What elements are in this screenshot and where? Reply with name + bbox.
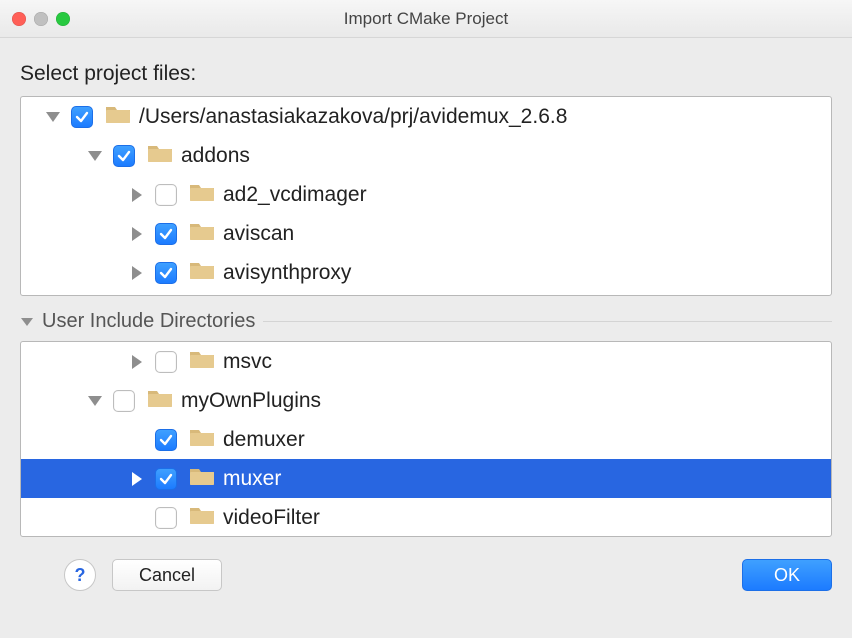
separator xyxy=(263,321,832,322)
tree-item-label: myOwnPlugins xyxy=(181,389,321,413)
tree-row[interactable]: aviscan xyxy=(21,214,831,253)
user-include-directories-label: User Include Directories xyxy=(42,310,255,333)
checkbox[interactable] xyxy=(71,106,93,128)
disclosure-down-icon[interactable] xyxy=(87,393,103,409)
tree-item-label: muxer xyxy=(223,467,281,491)
select-project-files-label: Select project files: xyxy=(20,62,832,86)
folder-icon xyxy=(189,182,223,208)
disclosure-down-icon[interactable] xyxy=(20,315,34,329)
checkbox[interactable] xyxy=(155,262,177,284)
folder-icon xyxy=(189,466,223,492)
checkbox[interactable] xyxy=(155,468,177,490)
folder-icon xyxy=(189,505,223,531)
disclosure-right-icon[interactable] xyxy=(129,187,145,203)
tree-item-label: addons xyxy=(181,144,250,168)
checkbox[interactable] xyxy=(155,429,177,451)
disclosure-right-icon[interactable] xyxy=(129,265,145,281)
tree-row[interactable]: addons xyxy=(21,136,831,175)
tree-row[interactable]: /Users/anastasiakazakova/prj/avidemux_2.… xyxy=(21,97,831,136)
cancel-button[interactable]: Cancel xyxy=(112,559,222,591)
folder-icon xyxy=(189,349,223,375)
ok-button[interactable]: OK xyxy=(742,559,832,591)
checkbox[interactable] xyxy=(155,223,177,245)
help-button[interactable]: ? xyxy=(64,559,96,591)
folder-icon xyxy=(189,221,223,247)
window-controls xyxy=(12,12,70,26)
tree-item-label: msvc xyxy=(223,350,272,374)
checkbox[interactable] xyxy=(113,390,135,412)
close-window-button[interactable] xyxy=(12,12,26,26)
tree-row[interactable]: ad2_vcdimager xyxy=(21,175,831,214)
folder-icon xyxy=(189,260,223,286)
checkbox[interactable] xyxy=(155,507,177,529)
zoom-window-button[interactable] xyxy=(56,12,70,26)
include-directories-tree[interactable]: msvc myOwnPlugins demuxer muxer videoFilter xyxy=(20,341,832,537)
folder-icon xyxy=(105,104,139,130)
tree-item-label: /Users/anastasiakazakova/prj/avidemux_2.… xyxy=(139,105,567,129)
checkbox[interactable] xyxy=(155,184,177,206)
tree-item-label: ad2_vcdimager xyxy=(223,183,367,207)
tree-item-label: videoFilter xyxy=(223,506,320,530)
folder-icon xyxy=(147,388,181,414)
tree-item-label: avisynthproxy xyxy=(223,261,351,285)
disclosure-right-icon[interactable] xyxy=(129,471,145,487)
project-files-tree[interactable]: /Users/anastasiakazakova/prj/avidemux_2.… xyxy=(20,96,832,296)
tree-row[interactable]: avisynthproxy xyxy=(21,253,831,292)
disclosure-right-icon[interactable] xyxy=(129,226,145,242)
user-include-directories-header[interactable]: User Include Directories xyxy=(20,310,832,333)
folder-icon xyxy=(189,427,223,453)
window-title: Import CMake Project xyxy=(0,9,852,29)
checkbox[interactable] xyxy=(155,351,177,373)
dialog-footer: ? Cancel OK xyxy=(0,551,852,605)
tree-row[interactable]: msvc xyxy=(21,342,831,381)
tree-row[interactable]: myOwnPlugins xyxy=(21,381,831,420)
tree-item-label: demuxer xyxy=(223,428,305,452)
tree-row[interactable]: videoFilter xyxy=(21,498,831,537)
tree-item-label: aviscan xyxy=(223,222,294,246)
minimize-window-button[interactable] xyxy=(34,12,48,26)
title-bar: Import CMake Project xyxy=(0,0,852,38)
disclosure-down-icon[interactable] xyxy=(45,109,61,125)
folder-icon xyxy=(147,143,181,169)
checkbox[interactable] xyxy=(113,145,135,167)
disclosure-right-icon[interactable] xyxy=(129,354,145,370)
tree-row[interactable]: muxer xyxy=(21,459,831,498)
disclosure-down-icon[interactable] xyxy=(87,148,103,164)
tree-row[interactable]: demuxer xyxy=(21,420,831,459)
